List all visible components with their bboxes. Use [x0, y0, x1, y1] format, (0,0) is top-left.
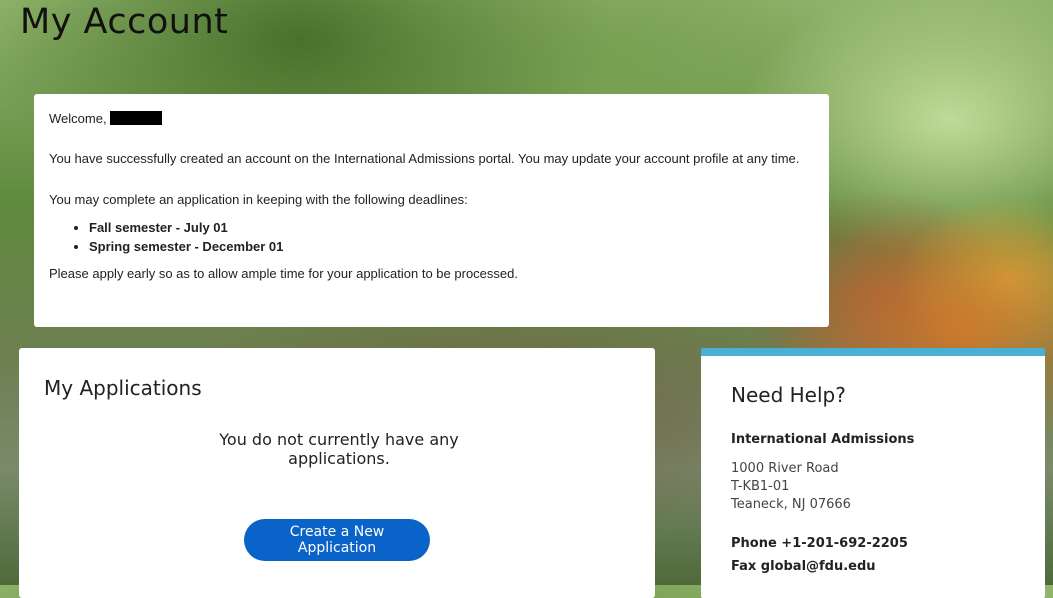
deadline-list: Fall semester - July 01 Spring semester … [49, 218, 814, 256]
help-organization: International Admissions [731, 432, 915, 447]
address-line: Teaneck, NJ 07666 [731, 497, 851, 512]
applications-card: My Applications You do not currently hav… [19, 348, 655, 598]
help-address: 1000 River Road T-KB1-01 Teaneck, NJ 076… [731, 460, 851, 514]
deadlines-intro: You may complete an application in keepi… [49, 192, 468, 207]
deadline-item: Fall semester - July 01 [89, 218, 814, 237]
help-card: Need Help? International Admissions 1000… [701, 348, 1045, 598]
account-created-message: You have successfully created an account… [49, 151, 800, 166]
help-title: Need Help? [731, 383, 846, 407]
help-phone: Phone +1-201-692-2205 [731, 536, 908, 551]
page-title: My Account [20, 2, 229, 42]
welcome-line: Welcome, [49, 109, 814, 127]
create-application-button[interactable]: Create a New Application [244, 519, 430, 561]
deadline-item: Spring semester - December 01 [89, 237, 814, 256]
applications-empty-message: You do not currently have any applicatio… [219, 430, 459, 468]
welcome-card: Welcome, You have successfully created a… [34, 94, 829, 327]
applications-title: My Applications [44, 376, 202, 400]
redacted-username [109, 111, 162, 125]
welcome-greeting: Welcome, [49, 110, 107, 126]
address-line: 1000 River Road [731, 461, 839, 476]
help-fax: Fax global@fdu.edu [731, 559, 876, 574]
apply-early-note: Please apply early so as to allow ample … [49, 266, 518, 281]
address-line: T-KB1-01 [731, 479, 790, 494]
